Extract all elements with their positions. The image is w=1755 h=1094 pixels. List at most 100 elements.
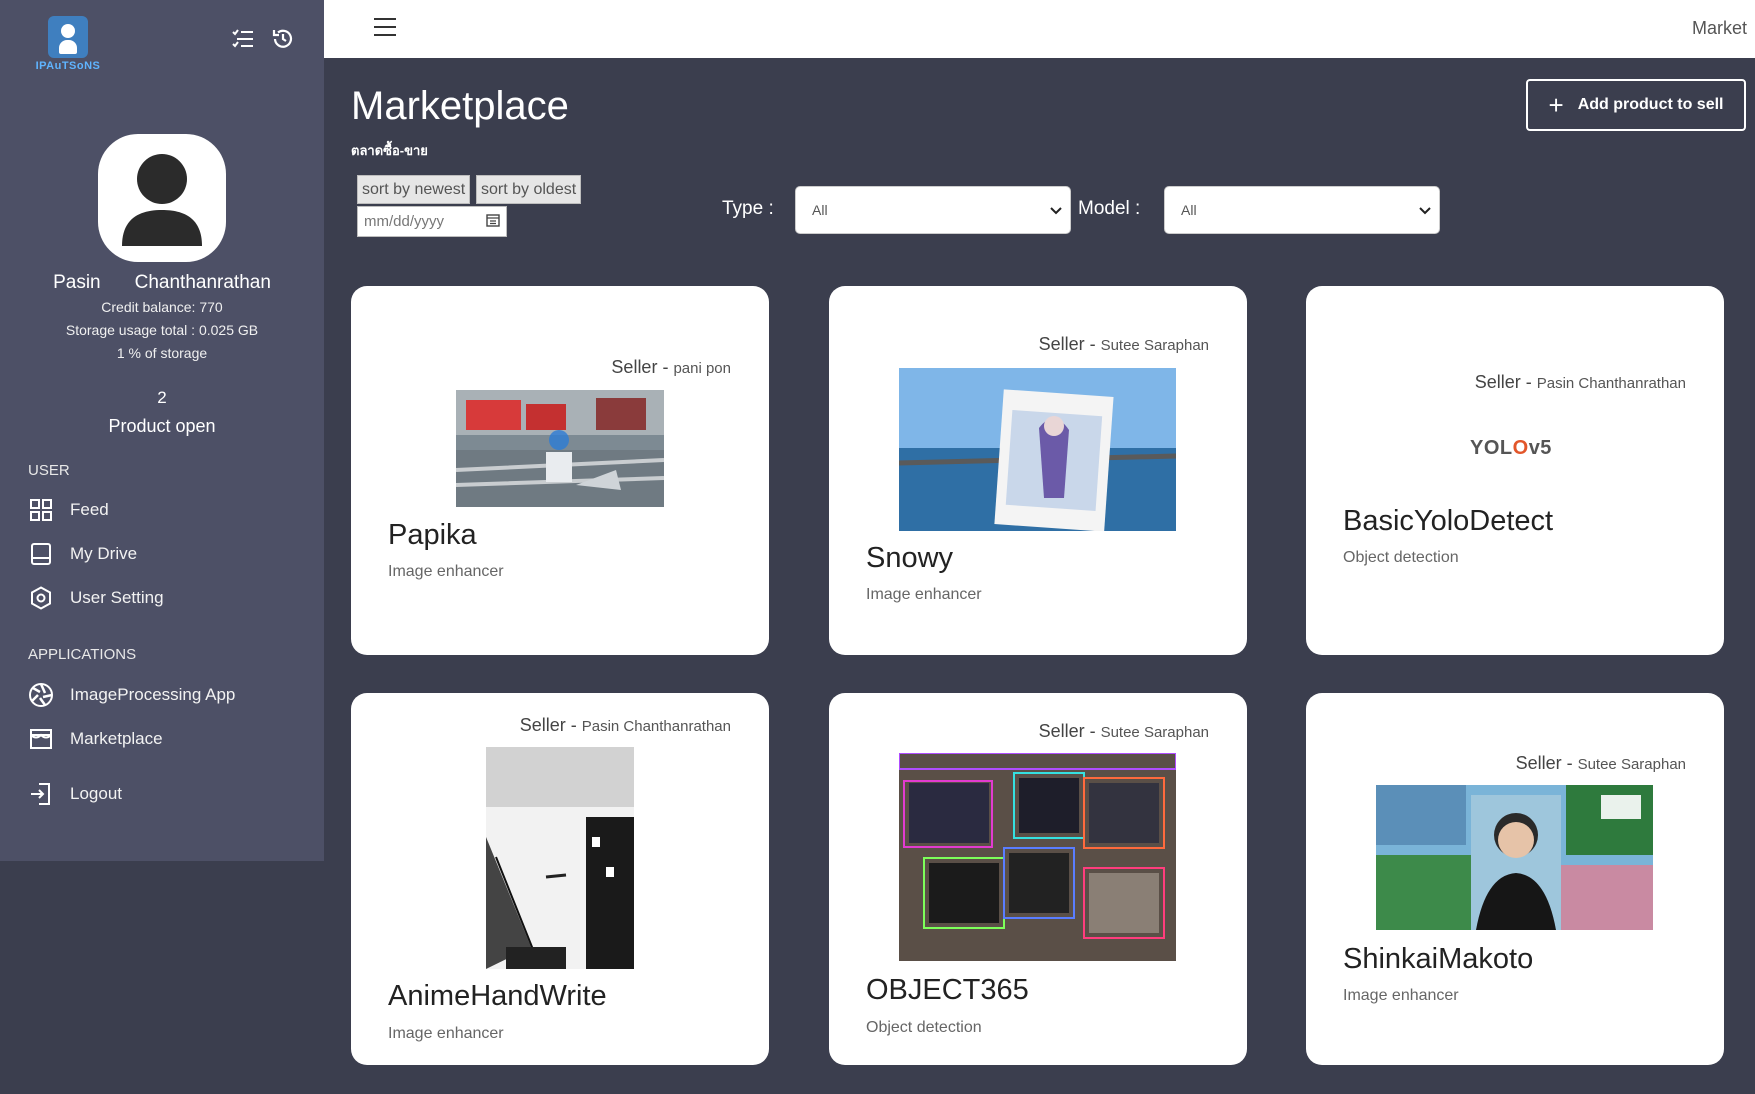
seller-prefix: Seller - — [1038, 334, 1101, 354]
sidebar-item-label: User Setting — [70, 588, 164, 607]
date-placeholder: mm/dd/yyyy — [364, 213, 445, 230]
product-count: 2 — [157, 388, 167, 407]
seller-prefix: Seller - — [1474, 372, 1537, 392]
yolo-logo-part: YOL — [1470, 437, 1513, 459]
model-select[interactable]: All — [1164, 186, 1440, 234]
product-seller: Seller - Pasin Chanthanrathan — [1475, 372, 1686, 393]
hamburger-menu-icon[interactable] — [374, 18, 396, 38]
product-card-basicyolodetect[interactable]: Seller - Pasin Chanthanrathan YOLOv5 Bas… — [1306, 286, 1724, 655]
seller-prefix: Seller - — [611, 357, 674, 377]
sidebar-item-imageprocessing-app[interactable]: ImageProcessing App — [28, 682, 235, 708]
seller-name: Pasin Chanthanrathan — [1536, 375, 1686, 392]
yolov5-logo: YOLOv5 — [1470, 437, 1552, 460]
product-card-papika[interactable]: Seller - pani pon Papika Image enhancer — [351, 286, 769, 655]
product-name: AnimeHandWrite — [388, 980, 607, 1012]
yolo-logo-version: v5 — [1528, 437, 1552, 459]
profile-first-name: Pasin — [53, 272, 101, 293]
sidebar-item-user-setting[interactable]: User Setting — [28, 585, 164, 611]
product-seller: Seller - Pasin Chanthanrathan — [520, 715, 731, 736]
history-icon[interactable] — [270, 26, 296, 52]
product-type: Image enhancer — [866, 586, 982, 603]
date-filter-input[interactable]: mm/dd/yyyy — [357, 206, 507, 237]
plus-icon: + — [1548, 90, 1564, 120]
credit-balance: Credit balance: 770 — [101, 299, 223, 315]
sidebar-item-label: Marketplace — [70, 729, 163, 748]
product-seller: Seller - Sutee Saraphan — [1039, 721, 1209, 742]
product-name: Snowy — [866, 542, 954, 574]
seller-prefix: Seller - — [1515, 753, 1578, 773]
product-seller: Seller - Sutee Saraphan — [1039, 334, 1209, 355]
seller-prefix: Seller - — [519, 715, 582, 735]
product-type: Object detection — [866, 1019, 982, 1036]
user-silhouette-icon — [122, 154, 202, 246]
seller-name: pani pon — [673, 360, 731, 377]
user-section-title: USER — [28, 462, 70, 479]
product-thumbnail — [486, 747, 634, 969]
model-select-value: All — [1181, 202, 1197, 218]
storage-percent: 1 % of storage — [116, 345, 208, 361]
sort-oldest-button[interactable]: sort by oldest — [476, 175, 582, 204]
product-seller: Seller - pani pon — [611, 357, 731, 378]
product-type: Image enhancer — [388, 1025, 504, 1042]
chevron-down-icon — [1050, 202, 1062, 218]
page-subtitle: ตลาดซื้อ-ขาย — [351, 143, 428, 158]
logo-text: IPAuTSoNS — [35, 60, 101, 72]
type-select[interactable]: All — [795, 186, 1071, 234]
product-name: OBJECT365 — [866, 974, 1029, 1006]
product-thumbnail — [899, 368, 1176, 531]
seller-name: Pasin Chanthanrathan — [581, 718, 731, 735]
product-name: ShinkaiMakoto — [1343, 943, 1534, 975]
model-filter-label: Model : — [1078, 198, 1141, 219]
topbar-market-label: Market — [1691, 18, 1747, 38]
profile-name: Pasin Chanthanrathan — [0, 272, 324, 294]
seller-name: Sutee Saraphan — [1100, 724, 1209, 741]
sidebar-item-label: Feed — [70, 500, 109, 519]
grid-icon — [28, 497, 54, 523]
applications-section-title: APPLICATIONS — [28, 646, 137, 663]
storage-usage: Storage usage total : 0.025 GB — [65, 322, 259, 338]
product-thumbnail — [899, 753, 1176, 961]
logout-button[interactable]: Logout — [28, 781, 122, 807]
sort-newest-button[interactable]: sort by newest — [357, 175, 471, 204]
product-card-snowy[interactable]: Seller - Sutee Saraphan Snowy Image enha… — [829, 286, 1247, 655]
add-product-button[interactable]: + Add product to sell — [1526, 79, 1746, 131]
product-open-label: Product open — [108, 416, 216, 436]
product-type: Object detection — [1343, 549, 1459, 566]
add-product-label: Add product to sell — [1577, 96, 1724, 113]
sidebar: IPAuTSoNS Pasin Chanthanrathan Credit bal… — [0, 0, 324, 861]
chevron-down-icon — [1419, 202, 1431, 218]
product-name: BasicYoloDetect — [1343, 505, 1554, 537]
product-card-object365[interactable]: Seller - Sutee Saraphan OBJECT365 Object… — [829, 693, 1247, 1065]
yolo-logo-o: O — [1512, 437, 1529, 459]
product-thumbnail — [1376, 785, 1653, 930]
aperture-icon — [28, 682, 54, 708]
product-type: Image enhancer — [1343, 987, 1459, 1004]
product-type: Image enhancer — [388, 563, 504, 580]
top-bar: Market — [324, 0, 1755, 58]
logout-icon — [28, 781, 54, 807]
calendar-icon[interactable] — [486, 213, 500, 231]
store-icon — [28, 726, 54, 752]
app-logo[interactable]: IPAuTSoNS — [32, 16, 104, 72]
logo-icon — [48, 16, 88, 58]
product-seller: Seller - Sutee Saraphan — [1516, 753, 1686, 774]
drive-icon — [28, 541, 54, 567]
product-card-shinkaimakoto[interactable]: Seller - Sutee Saraphan ShinkaiMakoto Im… — [1306, 693, 1724, 1065]
logout-label: Logout — [70, 784, 122, 803]
type-select-value: All — [812, 202, 828, 218]
sidebar-item-label: ImageProcessing App — [70, 685, 236, 704]
sidebar-item-feed[interactable]: Feed — [28, 497, 109, 523]
page-title: Marketplace — [351, 84, 569, 128]
sidebar-top-icons — [230, 26, 296, 52]
profile-last-name: Chanthanrathan — [134, 272, 271, 293]
settings-icon — [28, 585, 54, 611]
sidebar-item-marketplace[interactable]: Marketplace — [28, 726, 163, 752]
seller-name: Sutee Saraphan — [1577, 756, 1686, 773]
sidebar-item-my-drive[interactable]: My Drive — [28, 541, 137, 567]
product-thumbnail — [456, 390, 664, 507]
type-filter-label: Type : — [722, 198, 774, 219]
product-card-animehandwrite[interactable]: Seller - Pasin Chanthanrathan AnimeHandW… — [351, 693, 769, 1065]
seller-name: Sutee Saraphan — [1100, 337, 1209, 354]
avatar[interactable] — [98, 134, 226, 262]
list-check-icon[interactable] — [230, 26, 256, 52]
